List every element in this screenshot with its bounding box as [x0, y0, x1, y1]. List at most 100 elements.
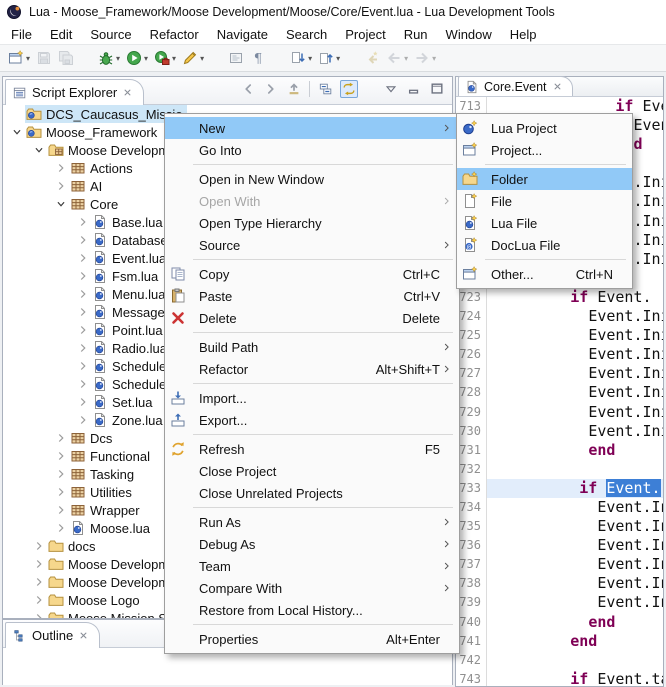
tree-item-content[interactable]: Moose Logo [47, 591, 144, 609]
close-icon[interactable] [78, 630, 89, 641]
new-submenu-item-lua-project[interactable]: Lua Project [457, 117, 632, 139]
context-menu-item-run-as[interactable]: Run As [165, 511, 459, 533]
dropdown-caret-icon[interactable]: ▾ [144, 54, 148, 63]
tree-item-content[interactable]: Moose Mission Se [47, 609, 178, 618]
chevron-collapsed-icon[interactable] [31, 611, 47, 618]
chevron-collapsed-icon[interactable] [53, 431, 69, 445]
dropdown-caret-icon[interactable]: ▾ [404, 54, 408, 63]
dropdown-caret-icon[interactable]: ▾ [26, 54, 30, 63]
dropdown-caret-icon[interactable]: ▾ [336, 54, 340, 63]
tab-outline[interactable]: Outline [5, 622, 100, 648]
chevron-collapsed-icon[interactable] [53, 503, 69, 517]
tree-item-content[interactable]: Actions [69, 159, 137, 177]
context-menu-item-debug-as[interactable]: Debug As [165, 533, 459, 555]
tree-item-content[interactable]: Point.lua [91, 321, 167, 339]
tree-item-content[interactable]: Moose Developme [47, 555, 180, 573]
pencil-button[interactable]: ▾ [179, 46, 207, 70]
chevron-collapsed-icon[interactable] [75, 359, 91, 373]
new-submenu-item-doclua-file[interactable]: @DocLua File [457, 234, 632, 256]
context-menu-item-export[interactable]: Export... [165, 409, 459, 431]
context-menu-item-copy[interactable]: CopyCtrl+C [165, 263, 459, 285]
context-menu-item-delete[interactable]: DeleteDelete [165, 307, 459, 329]
menubar-item-navigate[interactable]: Navigate [208, 26, 277, 43]
back-button[interactable]: ▾ [383, 46, 411, 70]
menubar-item-search[interactable]: Search [277, 26, 336, 43]
chevron-collapsed-icon[interactable] [53, 485, 69, 499]
tree-item-content[interactable]: Utilities [69, 483, 136, 501]
chevron-collapsed-icon[interactable] [53, 179, 69, 193]
chevron-collapsed-icon[interactable] [31, 575, 47, 589]
context-menu-item-open-in-new-window[interactable]: Open in New Window [165, 168, 459, 190]
new-wizard-button[interactable]: ▾ [5, 46, 33, 70]
dropdown-caret-icon[interactable]: ▾ [432, 54, 436, 63]
tab-core-event[interactable]: Core.Event [458, 76, 573, 96]
tree-item-content[interactable]: Dcs [69, 429, 116, 447]
tree-item-content[interactable]: Core [69, 195, 122, 213]
tree-item-content[interactable]: Fsm.lua [91, 267, 162, 285]
collapse-all-button[interactable] [317, 80, 335, 98]
close-icon[interactable] [122, 87, 133, 98]
run-button[interactable]: ▾ [123, 46, 151, 70]
save-button[interactable] [33, 46, 55, 70]
dropdown-caret-icon[interactable]: ▾ [172, 54, 176, 63]
forward-button[interactable]: ▾ [411, 46, 439, 70]
chevron-collapsed-icon[interactable] [53, 521, 69, 535]
tree-item-content[interactable]: Wrapper [69, 501, 144, 519]
chevron-expanded-icon[interactable] [31, 143, 47, 157]
context-menu-item-open-with[interactable]: Open With [165, 190, 459, 212]
tree-item-content[interactable]: docs [47, 537, 99, 555]
chevron-collapsed-icon[interactable] [53, 161, 69, 175]
chevron-collapsed-icon[interactable] [31, 593, 47, 607]
chevron-collapsed-icon[interactable] [75, 323, 91, 337]
nav-up-button[interactable] [285, 80, 303, 98]
context-menu-item-open-type-hierarchy[interactable]: Open Type Hierarchy [165, 212, 459, 234]
tree-item-content[interactable]: Event.lua [91, 249, 170, 267]
new-submenu-item-lua-file[interactable]: Lua File [457, 212, 632, 234]
chevron-expanded-icon[interactable] [53, 197, 69, 211]
dropdown-caret-icon[interactable]: ▾ [308, 54, 312, 63]
close-icon[interactable] [552, 81, 563, 92]
chevron-collapsed-icon[interactable] [75, 287, 91, 301]
dropdown-caret-icon[interactable]: ▾ [116, 54, 120, 63]
chevron-collapsed-icon[interactable] [31, 539, 47, 553]
new-submenu-item-file[interactable]: File [457, 190, 632, 212]
tree-item-content[interactable]: AI [69, 177, 106, 195]
context-menu-item-refresh[interactable]: RefreshF5 [165, 438, 459, 460]
context-menu-item-restore-from-local-history[interactable]: Restore from Local History... [165, 599, 459, 621]
chevron-collapsed-icon[interactable] [75, 215, 91, 229]
view-menu-button[interactable] [382, 80, 400, 98]
menubar-item-file[interactable]: File [2, 26, 41, 43]
chevron-collapsed-icon[interactable] [75, 377, 91, 391]
last-edit-location-button[interactable] [361, 46, 383, 70]
menubar-item-project[interactable]: Project [336, 26, 394, 43]
menubar-item-window[interactable]: Window [437, 26, 501, 43]
show-whitespace-button[interactable]: ¶ [247, 46, 269, 70]
save-all-button[interactable] [55, 46, 77, 70]
chevron-expanded-icon[interactable] [9, 125, 25, 139]
new-submenu-item-other[interactable]: Other...Ctrl+N [457, 263, 632, 285]
dropdown-caret-icon[interactable]: ▾ [200, 54, 204, 63]
next-annotation-button[interactable]: ▾ [287, 46, 315, 70]
tree-item-content[interactable]: Functional [69, 447, 154, 465]
tree-item-content[interactable]: Base.lua [91, 213, 167, 231]
tree-item-content[interactable]: Tasking [69, 465, 138, 483]
tree-item-content[interactable]: Zone.lua [91, 411, 167, 429]
context-menu-item-paste[interactable]: PasteCtrl+V [165, 285, 459, 307]
minimize-button[interactable] [405, 80, 423, 98]
chevron-collapsed-icon[interactable] [75, 341, 91, 355]
chevron-collapsed-icon[interactable] [31, 557, 47, 571]
chevron-collapsed-icon[interactable] [75, 269, 91, 283]
tree-item-content[interactable]: Moose Developme [47, 573, 180, 591]
context-menu-item-build-path[interactable]: Build Path [165, 336, 459, 358]
context-menu-item-properties[interactable]: PropertiesAlt+Enter [165, 628, 459, 650]
context-menu-item-source[interactable]: Source [165, 234, 459, 256]
debug-button[interactable]: ▾ [95, 46, 123, 70]
maximize-button[interactable] [428, 80, 446, 98]
new-submenu-item-project[interactable]: Project... [457, 139, 632, 161]
chevron-collapsed-icon[interactable] [75, 413, 91, 427]
tree-item-content[interactable]: Menu.lua [91, 285, 169, 303]
tree-item-content[interactable]: Moose.lua [69, 519, 154, 537]
menubar-item-source[interactable]: Source [81, 26, 140, 43]
menubar-item-edit[interactable]: Edit [41, 26, 81, 43]
chevron-collapsed-icon[interactable] [75, 233, 91, 247]
